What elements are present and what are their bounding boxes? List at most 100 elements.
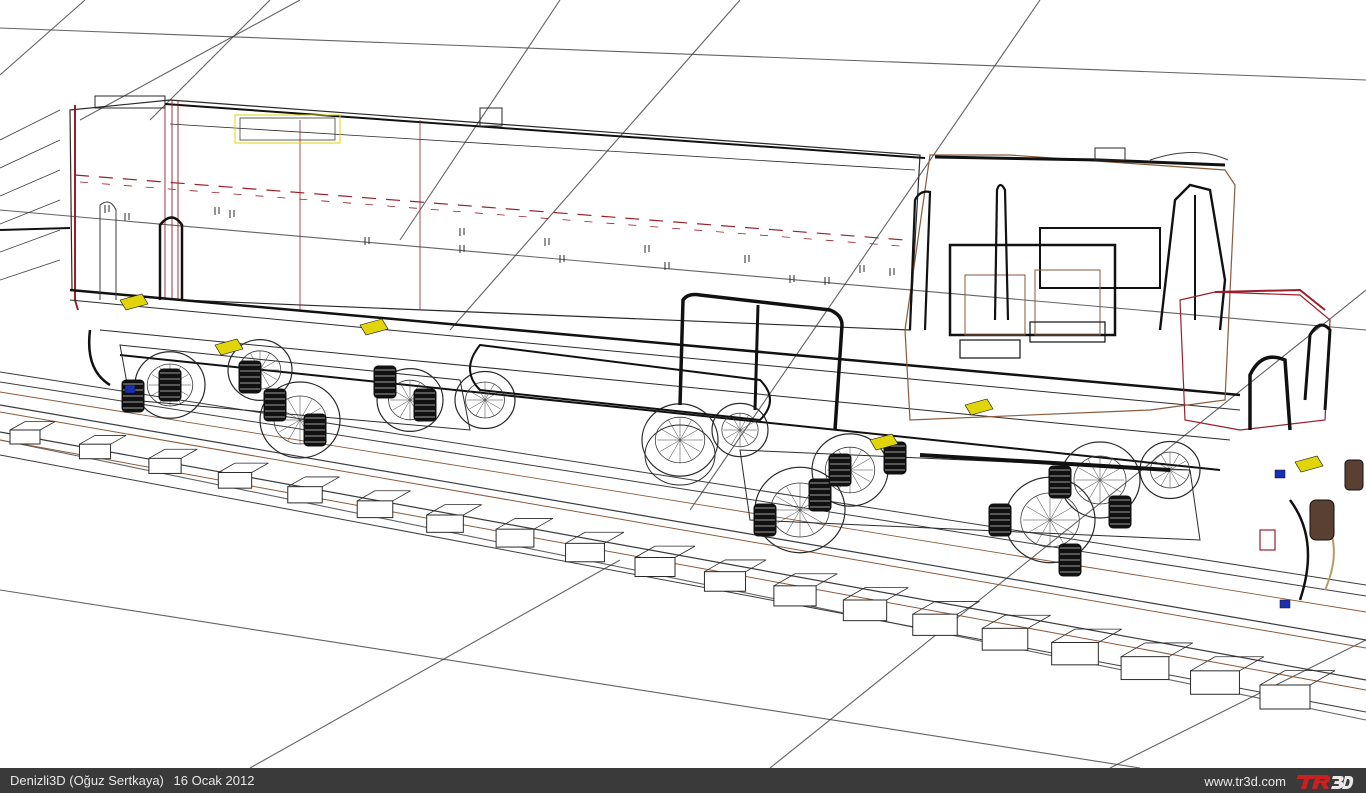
sleeper	[1120, 656, 1170, 681]
sleeper	[1190, 670, 1240, 695]
caption-credit: Denizli3D (Oğuz Sertkaya) 16 Ocak 2012	[10, 773, 260, 788]
hood-latch	[104, 205, 110, 213]
caption-bar: Denizli3D (Oğuz Sertkaya) 16 Ocak 2012 w…	[0, 768, 1366, 793]
author-text: Denizli3D (Oğuz Sertkaya)	[10, 773, 164, 788]
sleeper-edge	[982, 614, 1006, 629]
sleeper-edge	[79, 435, 96, 445]
frame-line	[99, 329, 1231, 441]
sleeper	[287, 486, 323, 504]
cab-step	[959, 339, 1021, 359]
sleeper-edge	[1309, 670, 1336, 686]
sleeper-edge	[745, 559, 767, 573]
sleeper-edge	[495, 518, 516, 530]
blue-valve	[1279, 599, 1291, 609]
cab-front-window	[1158, 183, 1227, 331]
sleeper-edge	[9, 421, 26, 431]
cab-roof-edge	[934, 155, 1226, 167]
fuel-tank	[469, 343, 771, 422]
sleeper-edge	[463, 504, 482, 516]
hood-outline	[69, 99, 921, 331]
hood-latch	[214, 207, 220, 215]
coupling-truss	[0, 199, 61, 225]
hood-latch	[824, 277, 830, 285]
cab-door-frame	[908, 190, 932, 331]
nose-handrail	[1303, 323, 1332, 411]
sleeper-edge	[180, 448, 198, 459]
cab-seat	[1029, 321, 1106, 343]
date-text: 16 Ocak 2012	[173, 773, 255, 788]
sleeper-edge	[218, 462, 236, 473]
sleeper-edge	[1098, 628, 1122, 643]
cab-door-post	[993, 183, 1010, 321]
sleeper	[773, 585, 817, 607]
sleeper	[9, 429, 41, 445]
sleeper	[1051, 642, 1099, 666]
grid-line	[0, 589, 1141, 768]
end-grab-handle	[158, 216, 184, 300]
site-link[interactable]: www.tr3d.com	[1204, 774, 1286, 789]
yellow-bracket	[359, 318, 389, 336]
sleeper	[426, 514, 464, 533]
coupling-truss	[0, 229, 61, 253]
caption-branding: www.tr3d.com	[1204, 772, 1354, 790]
sleeper-edge	[957, 601, 980, 615]
body-stripe	[74, 174, 906, 241]
detail-parts	[119, 293, 1364, 609]
hood-latch	[459, 228, 465, 236]
yellow-bracket	[1294, 455, 1324, 473]
end-beam	[0, 227, 71, 231]
tr3d-logo	[1296, 772, 1354, 790]
sleeper-edge	[39, 421, 56, 431]
body-stripe	[79, 181, 901, 247]
grid-line	[449, 0, 741, 331]
sleeper-edge	[1120, 642, 1146, 658]
sleeper	[981, 627, 1029, 651]
nose-marker	[1259, 529, 1276, 551]
hood-latch	[859, 265, 865, 273]
sleeper	[78, 443, 112, 460]
coupling-truss	[0, 169, 61, 197]
cab-roof-curve	[1149, 152, 1229, 161]
grid-line	[0, 27, 1366, 81]
grid-line	[0, 0, 86, 76]
end-door-frame	[99, 201, 117, 300]
side-handrail	[678, 292, 844, 431]
blue-valve	[124, 384, 136, 394]
coupling-truss	[0, 139, 61, 169]
grid-line	[149, 0, 271, 121]
sleeper	[1259, 684, 1311, 710]
logo-mark	[1297, 775, 1354, 789]
sleeper-edge	[148, 448, 166, 459]
sleeper	[495, 528, 535, 548]
wireframe-scene	[0, 0, 1366, 768]
sleeper-edge	[251, 462, 269, 473]
sleeper-edge	[322, 476, 340, 488]
yellow-bracket	[964, 398, 994, 416]
air-hose	[88, 329, 111, 387]
render-viewport	[0, 0, 1366, 768]
hood-latch	[744, 255, 750, 263]
blue-valve	[1274, 469, 1286, 479]
nose-grab-handle	[1248, 355, 1292, 431]
grid-line	[249, 559, 621, 768]
rail-line	[0, 411, 1366, 649]
sleeper-edge	[533, 518, 553, 530]
sleeper	[565, 542, 605, 563]
sleeper-edge	[110, 435, 127, 445]
hood-latch	[124, 213, 130, 221]
sleeper	[634, 557, 676, 577]
sleeper	[217, 472, 253, 489]
sleeper	[356, 500, 394, 519]
hood-latch	[644, 245, 650, 253]
sleeper-edge	[604, 531, 625, 544]
cab-window-pane	[1034, 269, 1101, 336]
sleeper	[912, 613, 958, 636]
sleeper	[842, 599, 888, 622]
coupling-truss	[0, 109, 61, 141]
coupling-truss	[0, 259, 61, 281]
bogies-and-wheels	[88, 292, 1335, 601]
coupler-knuckle	[1344, 459, 1364, 491]
end-handrail	[74, 105, 79, 311]
hood-latch	[364, 237, 370, 245]
hood-latch	[544, 238, 550, 246]
